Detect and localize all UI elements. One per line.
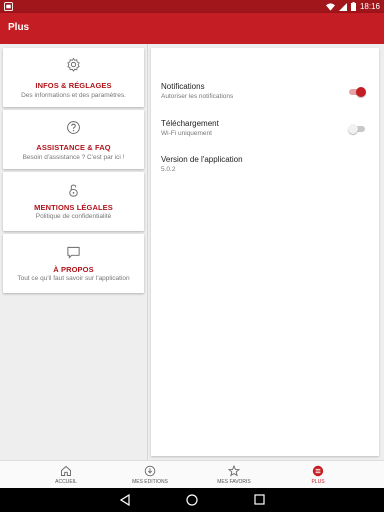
setting-subtitle: Autoriser les notifications [161, 93, 234, 100]
status-bar: 18:16 [0, 0, 384, 13]
toggle-thumb [356, 87, 366, 97]
nav-label: ACCUEIL [55, 479, 77, 485]
nav-label: MES FAVORIS [217, 479, 251, 485]
card-title: À PROPOS [53, 265, 94, 274]
home-icon [60, 465, 72, 477]
back-icon[interactable] [120, 494, 130, 506]
card-description: Des informations et des paramètres. [21, 92, 126, 99]
chat-bubble-icon [66, 245, 81, 260]
card-a-propos[interactable]: À PROPOS Tout ce qu'il faut savoir sur l… [3, 234, 144, 293]
card-description: Politique de confidentialité [35, 213, 112, 220]
battery-icon [350, 2, 356, 11]
download-icon [144, 465, 156, 477]
nav-mes-editions[interactable]: MES EDITIONS [108, 461, 192, 489]
card-description: Tout ce qu'il faut savoir sur l'applicat… [17, 275, 130, 282]
nav-mes-favoris[interactable]: MES FAVORIS [192, 461, 276, 489]
app-bar: Plus [0, 13, 384, 44]
bottom-navigation: ACCUEIL MES EDITIONS MES FAVORIS PLUS [0, 460, 384, 488]
gear-icon [66, 57, 81, 72]
card-assistance-faq[interactable]: ASSISTANCE & FAQ Besoin d'assistance ? C… [3, 110, 144, 169]
setting-telechargement[interactable]: Téléchargement Wi-Fi uniquement [161, 119, 371, 137]
app-notification-icon [4, 2, 13, 11]
card-infos-reglages[interactable]: INFOS & RÉGLAGES Des informations et des… [3, 48, 144, 107]
setting-title: Notifications [161, 82, 205, 91]
setting-version: Version de l'application 5.0.2 [161, 155, 371, 173]
setting-subtitle: Wi-Fi uniquement [161, 130, 212, 137]
nav-label: MES EDITIONS [132, 479, 168, 485]
recent-apps-icon[interactable] [254, 494, 265, 505]
help-icon [66, 120, 81, 135]
signal-icon [338, 2, 347, 11]
detail-pane: Notifications Autoriser les notification… [148, 44, 384, 460]
menu-icon [312, 465, 324, 477]
system-navigation-bar [0, 488, 384, 512]
card-description: Besoin d'assistance ? C'est par ici ! [22, 154, 125, 161]
toggle-thumb [348, 124, 358, 134]
setting-title: Version de l'application [161, 155, 243, 164]
page-title: Plus [8, 22, 30, 33]
card-title: MENTIONS LÉGALES [34, 203, 113, 212]
star-icon [228, 465, 240, 477]
settings-panel: Notifications Autoriser les notification… [151, 48, 379, 456]
home-button-icon[interactable] [186, 494, 198, 506]
card-title: INFOS & RÉGLAGES [35, 81, 112, 90]
card-mentions-legales[interactable]: MENTIONS LÉGALES Politique de confidenti… [3, 172, 144, 231]
nav-label: PLUS [311, 479, 325, 485]
notifications-toggle[interactable] [349, 87, 366, 97]
nav-plus[interactable]: PLUS [276, 461, 360, 489]
setting-title: Téléchargement [161, 119, 219, 128]
card-title: ASSISTANCE & FAQ [36, 143, 111, 152]
menu-pane: INFOS & RÉGLAGES Des informations et des… [0, 44, 148, 460]
download-wifi-toggle[interactable] [348, 124, 365, 134]
nav-accueil[interactable]: ACCUEIL [24, 461, 108, 489]
lock-icon [66, 183, 81, 198]
setting-notifications[interactable]: Notifications Autoriser les notification… [161, 82, 371, 100]
wifi-icon [325, 2, 335, 11]
status-time: 18:16 [359, 2, 380, 11]
app-version: 5.0.2 [161, 166, 176, 173]
